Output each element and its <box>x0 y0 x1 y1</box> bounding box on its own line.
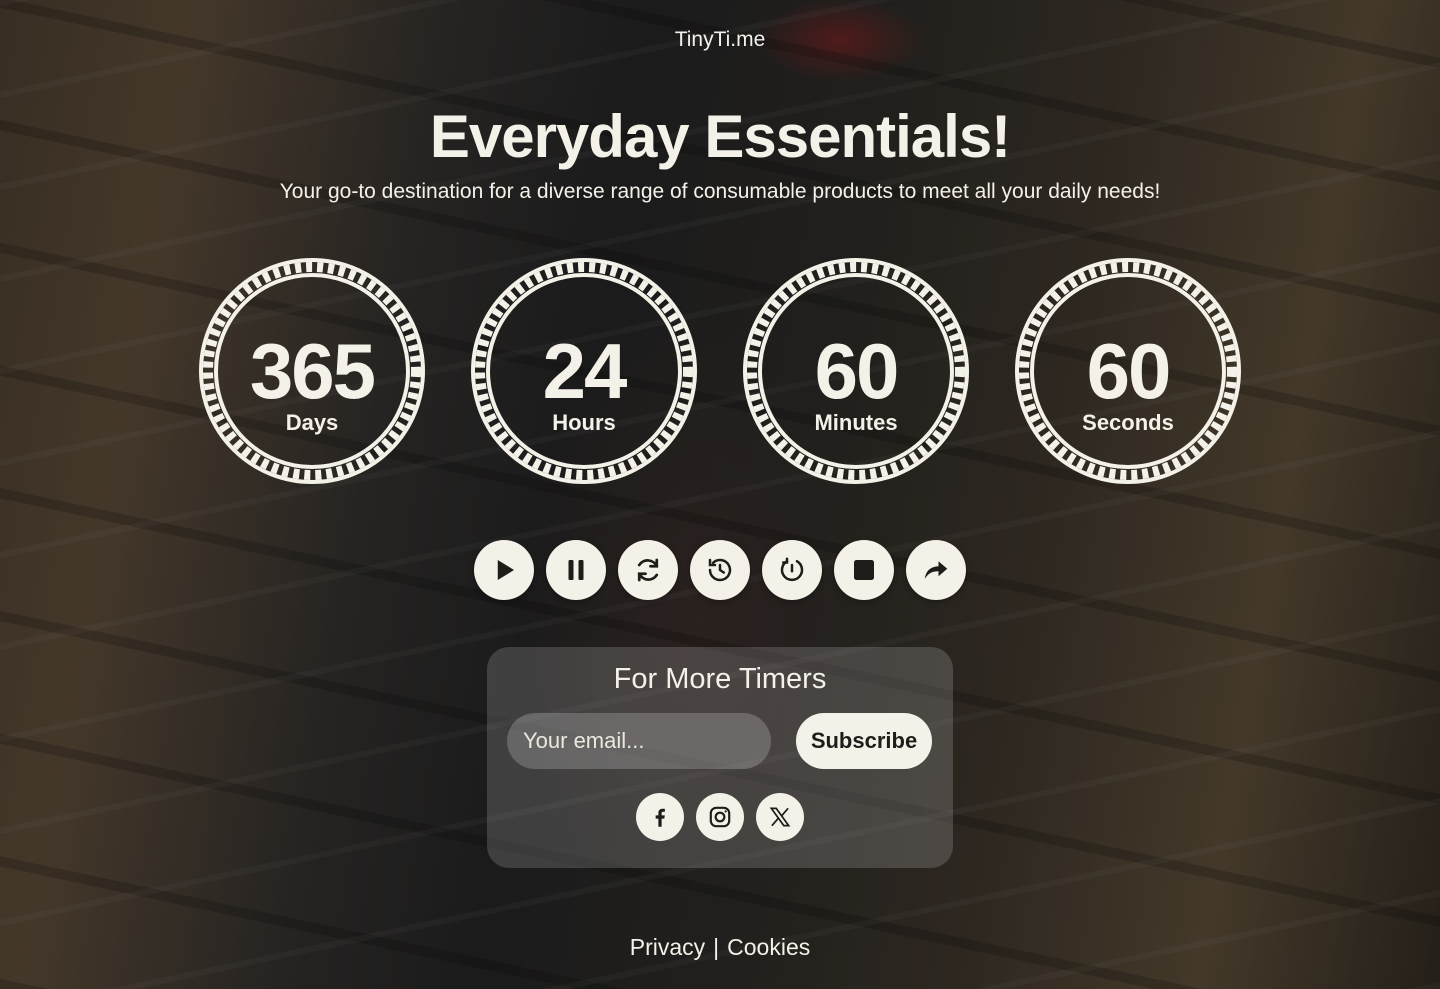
countdown-timer: 365 Days 24 Hours 60 Minutes 60 Seconds <box>0 250 1440 492</box>
footer-separator: | <box>713 934 720 960</box>
hours-value: 24 <box>542 327 628 415</box>
timer-controls <box>474 540 966 600</box>
refresh-button[interactable] <box>618 540 678 600</box>
x-link[interactable] <box>756 793 804 841</box>
stop-icon <box>854 560 874 580</box>
play-icon <box>497 560 514 580</box>
facebook-link[interactable] <box>636 793 684 841</box>
seconds-dial: 60 Seconds <box>1007 250 1249 492</box>
page: TinyTi.me Everyday Essentials! Your go-t… <box>0 0 1440 989</box>
pause-button[interactable] <box>546 540 606 600</box>
cookies-link[interactable]: Cookies <box>727 934 810 960</box>
refresh-icon <box>637 558 659 582</box>
footer: Privacy | Cookies <box>0 934 1440 961</box>
restart-icon <box>780 557 804 582</box>
history-button[interactable] <box>690 540 750 600</box>
instagram-icon <box>709 806 731 828</box>
subscribe-title: For More Timers <box>613 663 827 695</box>
days-dial: 365 Days <box>191 250 433 492</box>
x-icon <box>769 807 791 827</box>
share-button[interactable] <box>906 540 966 600</box>
minutes-label: Minutes <box>814 410 898 435</box>
page-title: Everyday Essentials! <box>429 103 1011 170</box>
facebook-icon <box>655 808 665 827</box>
restart-button[interactable] <box>762 540 822 600</box>
play-button[interactable] <box>474 540 534 600</box>
hours-dial: 24 Hours <box>463 250 705 492</box>
minutes-value: 60 <box>814 327 900 415</box>
seconds-value: 60 <box>1086 327 1172 415</box>
stop-button[interactable] <box>834 540 894 600</box>
email-input[interactable] <box>507 713 771 769</box>
seconds-label: Seconds <box>1082 410 1174 435</box>
social-links <box>636 793 804 841</box>
days-value: 365 <box>249 327 376 415</box>
page-subtitle: Your go-to destination for a diverse ran… <box>279 180 1161 203</box>
pause-icon <box>568 560 584 580</box>
history-icon <box>708 558 732 582</box>
subscribe-button[interactable]: Subscribe <box>796 713 932 769</box>
subscribe-panel: For More Timers Subscribe <box>487 647 953 868</box>
share-icon <box>924 561 948 579</box>
hours-label: Hours <box>552 410 616 435</box>
privacy-link[interactable]: Privacy <box>630 934 705 960</box>
minutes-dial: 60 Minutes <box>735 250 977 492</box>
brand-logo[interactable]: TinyTi.me <box>0 28 1440 52</box>
days-label: Days <box>285 410 339 435</box>
instagram-link[interactable] <box>696 793 744 841</box>
